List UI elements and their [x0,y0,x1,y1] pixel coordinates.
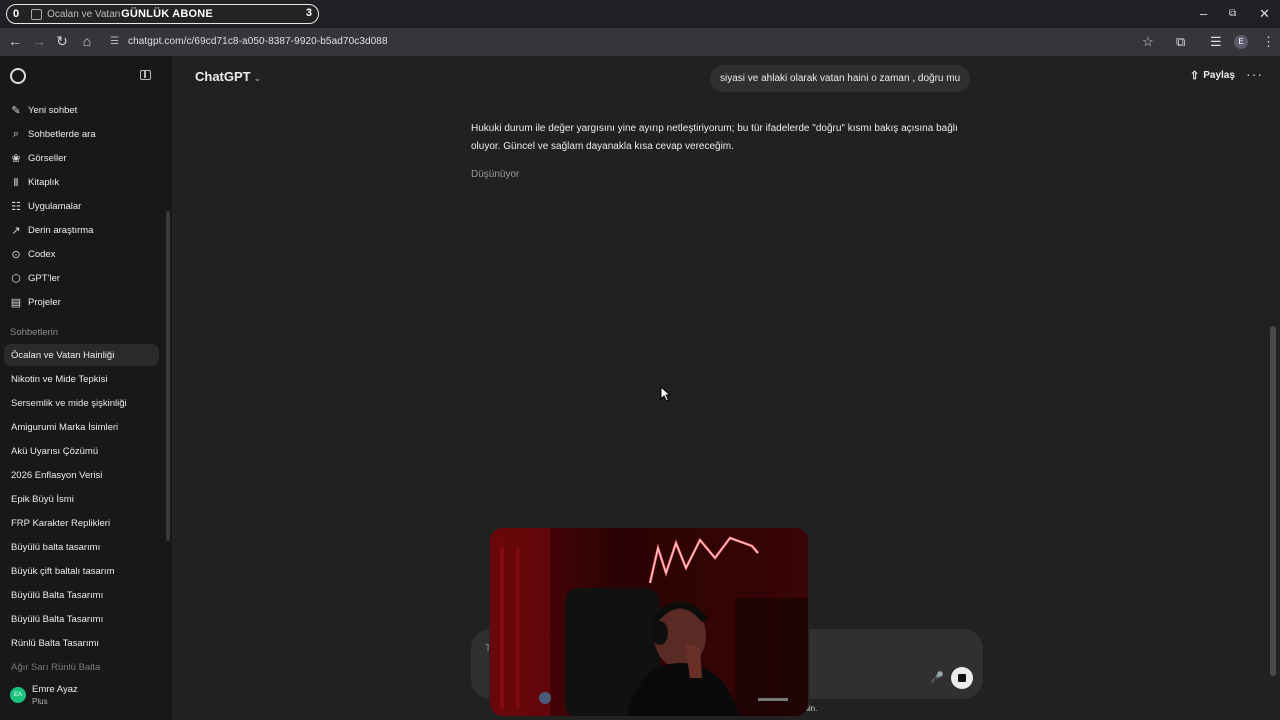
share-button[interactable]: ⇧ Paylaş [1190,69,1235,82]
list-item[interactable]: Akü Uyarısı Çözümü [4,440,159,462]
list-item[interactable]: Büyülü Balta Tasarımı [4,584,159,606]
minimize-icon[interactable]: – [1200,6,1207,21]
sidebar-item-yeni-sohbet[interactable]: ✎ Yeni sohbet [10,100,77,120]
tab-favicon-icon [31,8,43,20]
model-name: ChatGPT [195,69,251,84]
telescope-icon: ↗ [11,224,21,237]
share-icon: ⇧ [1190,70,1200,82]
sidebar-item-label: Derin araştırma [28,224,94,236]
media-control-icon[interactable]: ☰ [1210,34,1222,50]
tab-title: Öcalan ve Vatan Hain [47,8,123,20]
sidebar-item-label: Projeler [28,296,61,308]
list-item[interactable]: 2026 Enflasyon Verisi [4,464,159,486]
list-item[interactable]: Nikotin ve Mide Tepkisi [4,368,159,390]
chats-section-label: Sohbetlerin [10,327,59,338]
webcam-overlay [489,527,809,717]
sidebar-item-sohbetlerde-ara[interactable]: ⌕ Sohbetlerde ara [10,124,96,144]
bookmark-star-icon[interactable]: ☆ [1142,34,1154,50]
profile-avatar[interactable]: E [1234,35,1248,49]
share-label: Paylaş [1203,70,1235,81]
address-field[interactable]: chatgpt.com/c/69cd71c8-a050-8387-9920-b5… [128,36,388,47]
user-message: siyasi ve ahlaki olarak vatan haini o za… [710,65,971,92]
forward-icon[interactable]: → [30,33,48,49]
list-item[interactable]: Büyülü balta tasarımı [4,536,159,558]
site-info-icon[interactable]: ☰ [110,36,119,47]
sidebar-item-label: Görseller [28,152,67,164]
main-scrollbar[interactable] [1270,326,1276,676]
close-icon[interactable]: ✕ [1259,6,1270,22]
sidebar-item-derin-ara-t-rma[interactable]: ↗ Derin araştırma [10,220,93,240]
chevron-down-icon: ⌄ [253,73,262,83]
extensions-icon[interactable]: ⧉ [1176,34,1185,50]
sidebar: ✎ Yeni sohbet ⌕ Sohbetlerde ara ❀ Görseller Ⅱ K… [0,56,172,720]
list-item[interactable]: Sersemlik ve mide şişkinliği [4,392,159,414]
reload-icon[interactable]: ↻ [53,33,71,50]
sidebar-item-projeler[interactable]: ▤ Projeler [10,292,61,312]
folder-icon: ▤ [10,296,22,309]
webcam-feed-image [490,528,808,716]
library-icon: Ⅱ [13,176,19,189]
apps-icon: ☷ [11,200,21,213]
sidebar-item-label: Yeni sohbet [28,104,78,116]
assistant-message: Hukuki durum ile değer yargısını yine ay… [471,123,958,152]
openai-logo-icon[interactable] [10,68,26,84]
browser-menu-icon[interactable]: ⋮ [1262,34,1275,50]
maximize-icon[interactable]: ⧉ [1229,8,1236,19]
home-icon[interactable]: ⌂ [78,33,96,49]
sidebar-item-codex[interactable]: ⊙ Codex [10,244,55,264]
sidebar-item-gpt-ler[interactable]: ⬡ GPT'ler [10,268,60,288]
sidebar-item-g-rseller[interactable]: ❀ Görseller [10,148,67,168]
sidebar-item-label: Kitaplık [28,176,60,188]
edit-icon: ✎ [11,104,21,117]
gpts-icon: ⬡ [11,272,21,285]
list-item[interactable]: Büyülü Balta Tasarımı [4,608,159,630]
sidebar-item-label: GPT'ler [28,272,60,284]
user-account[interactable]: EA Emre Ayaz Plus [10,684,78,706]
sidebar-item-uygulamalar[interactable]: ☷ Uygulamalar [10,196,81,216]
tab-audio-indicator: 0 [13,8,20,20]
list-item[interactable]: Öcalan ve Vatan Hainliği [4,344,159,366]
images-icon: ❀ [11,152,21,165]
sidebar-toggle-icon[interactable] [140,70,151,80]
user-name: Emre Ayaz [32,684,78,695]
mouse-cursor-icon [660,386,672,402]
thinking-indicator: Düşünüyor [471,169,520,180]
microphone-icon[interactable]: 🎤 [930,671,944,684]
sidebar-scrollbar[interactable] [166,211,170,541]
avatar: EA [10,687,26,703]
sidebar-item-label: Sohbetlerde ara [28,128,96,140]
browser-tab[interactable]: 0 Öcalan ve Vatan Hain GÜNLÜK ABONE 3 [6,4,319,24]
browser-toolbar: ← → ↻ ⌂ ☰ chatgpt.com/c/69cd71c8-a050-83… [0,28,1280,56]
sidebar-item-kitapl-k[interactable]: Ⅱ Kitaplık [10,172,59,192]
model-selector[interactable]: ChatGPT ⌄ [195,69,261,84]
list-item[interactable]: Amigurumi Marka İsimleri [4,416,159,438]
back-icon[interactable]: ← [6,33,24,49]
search-icon: ⌕ [12,127,20,140]
codex-icon: ⊙ [11,248,21,261]
stream-overlay-text: GÜNLÜK ABONE [121,8,213,20]
list-item[interactable]: Büyük çift baltalı tasarım [4,560,159,582]
sidebar-item-label: Codex [28,248,56,260]
user-plan: Plus [32,697,48,706]
list-item[interactable]: Rünlü Balta Tasarımı [4,632,159,654]
stream-overlay-count: 3 [305,7,312,19]
more-options-icon[interactable]: ··· [1246,66,1263,82]
list-item[interactable]: FRP Karakter Replikleri [4,512,159,534]
list-item[interactable]: Ağır Sarı Rünlü Balta [4,656,159,678]
browser-tab-bar: 0 Öcalan ve Vatan Hain GÜNLÜK ABONE 3 – … [0,0,1280,28]
stop-generating-button[interactable] [951,667,973,689]
list-item[interactable]: Epik Büyü İsmi [4,488,159,510]
sidebar-item-label: Uygulamalar [28,200,82,212]
